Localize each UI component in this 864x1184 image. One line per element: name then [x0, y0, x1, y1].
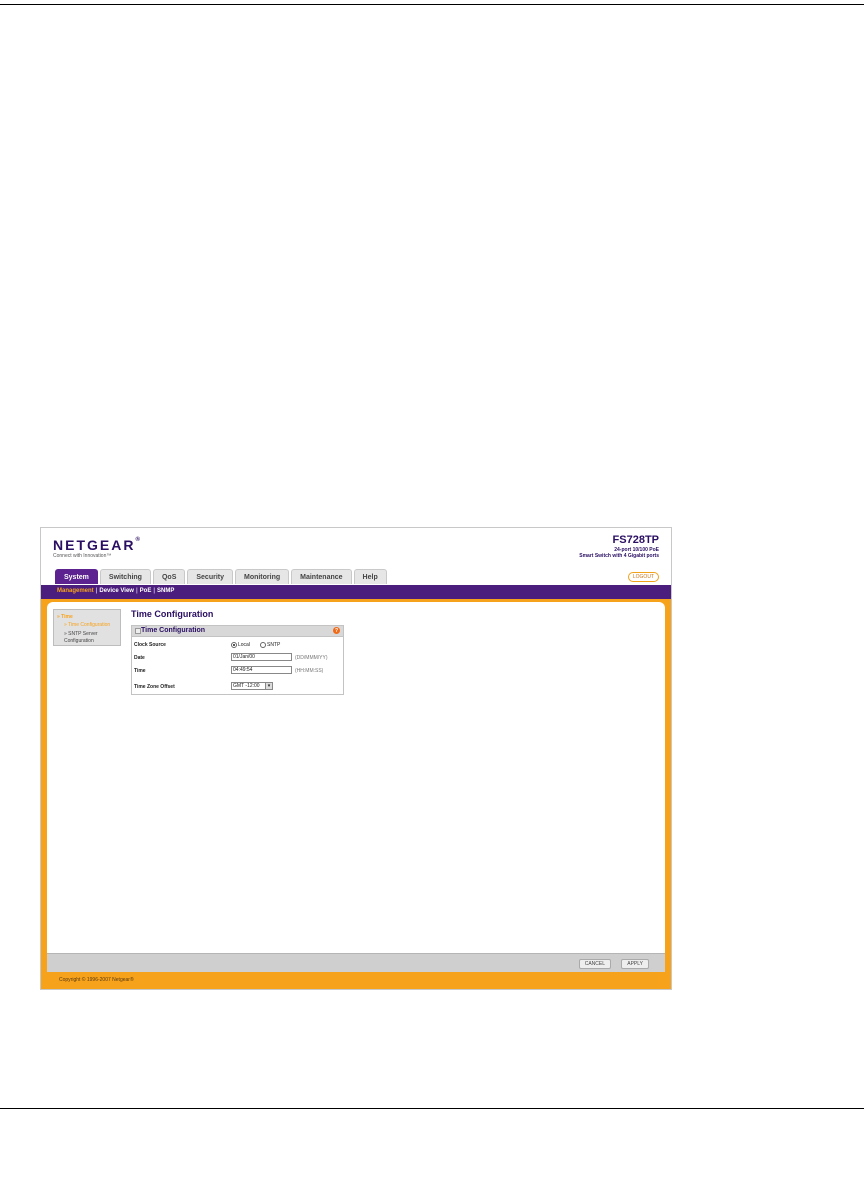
top-rule — [0, 4, 864, 5]
subnav-management[interactable]: Management — [57, 588, 94, 594]
leftnav-item-time-configuration[interactable]: » Time Configuration — [64, 622, 110, 628]
time-format-hint: (HH:MM:SS) — [295, 668, 324, 674]
netgear-web-ui-screenshot: NETGEAR® Connect with Innovation™ FS728T… — [40, 527, 672, 990]
leftnav-item-sntp-server-configuration[interactable]: » SNTP Server Configuration — [64, 631, 118, 645]
chevron-down-icon[interactable]: ▾ — [265, 683, 272, 689]
clock-sntp-radio[interactable] — [260, 642, 266, 648]
subnav-device-view[interactable]: Device View — [99, 588, 134, 594]
tab-monitoring[interactable]: Monitoring — [234, 569, 290, 584]
date-field[interactable]: 01/Jan/00 — [231, 653, 292, 661]
tab-maintenance[interactable]: Maintenance — [291, 569, 352, 584]
tab-security[interactable]: Security — [187, 569, 233, 584]
panel-header: Time Configuration ? — [132, 626, 343, 637]
subnav-separator: | — [95, 588, 98, 594]
content-frame: » Time » Time Configuration » SNTP Serve… — [41, 599, 671, 989]
date-label: Date — [134, 655, 145, 661]
time-label: Time — [134, 668, 146, 674]
time-zone-offset-select[interactable]: GMT -12:00 ▾ — [231, 682, 273, 690]
subnav-poe[interactable]: PoE — [140, 588, 152, 594]
left-navigation: » Time » Time Configuration » SNTP Serve… — [53, 609, 121, 646]
bottom-rule — [0, 1108, 864, 1109]
subnav-separator: | — [135, 588, 138, 594]
clock-source-label: Clock Source — [134, 642, 166, 648]
help-icon[interactable]: ? — [333, 627, 340, 634]
subnav-snmp[interactable]: SNMP — [157, 588, 174, 594]
clock-local-label: Local — [238, 642, 250, 648]
clock-local-radio[interactable] — [231, 642, 237, 648]
logout-button[interactable]: LOGOUT — [627, 572, 659, 582]
tab-qos[interactable]: QoS — [152, 569, 186, 584]
tab-system[interactable]: System — [55, 569, 98, 584]
sub-navigation: Management | Device View | PoE | SNMP — [41, 585, 671, 599]
page-title: Time Configuration — [131, 609, 214, 619]
time-zone-offset-label: Time Zone Offset — [134, 684, 175, 690]
subnav-separator: | — [153, 588, 156, 594]
tab-switching[interactable]: Switching — [99, 569, 151, 584]
model-name: FS728TP — [612, 534, 659, 546]
model-desc-2: Smart Switch with 4 Gigabit ports — [579, 553, 659, 559]
brand-mark: ® — [135, 537, 142, 543]
clock-sntp-label: SNTP — [267, 642, 281, 648]
cancel-button[interactable]: CANCEL — [578, 959, 611, 969]
leftnav-section-time[interactable]: » Time — [57, 614, 73, 620]
tagline: Connect with Innovation™ — [53, 553, 112, 559]
model-info: FS728TP 24-port 10/100 PoE Smart Switch … — [579, 534, 659, 559]
action-bar: CANCEL APPLY — [47, 953, 665, 972]
netgear-logo[interactable]: NETGEAR® — [53, 537, 142, 553]
time-configuration-panel: Time Configuration ? Clock Source Local … — [131, 625, 344, 695]
apply-button[interactable]: APPLY — [621, 959, 649, 969]
time-field[interactable]: 04:49:54 — [231, 666, 292, 674]
main-tabs: System Switching QoS Security Monitoring… — [55, 569, 389, 584]
main-content: » Time » Time Configuration » SNTP Serve… — [47, 602, 665, 953]
date-format-hint: (DD/MMM/YY) — [295, 655, 328, 661]
brand-text: NETGEAR — [53, 537, 136, 553]
time-zone-offset-value: GMT -12:00 — [233, 683, 260, 689]
copyright-text: Copyright © 1996-2007 Netgear® — [59, 977, 134, 983]
panel-title: Time Configuration — [141, 627, 206, 634]
tab-help[interactable]: Help — [353, 569, 387, 584]
header: NETGEAR® Connect with Innovation™ FS728T… — [41, 528, 671, 568]
